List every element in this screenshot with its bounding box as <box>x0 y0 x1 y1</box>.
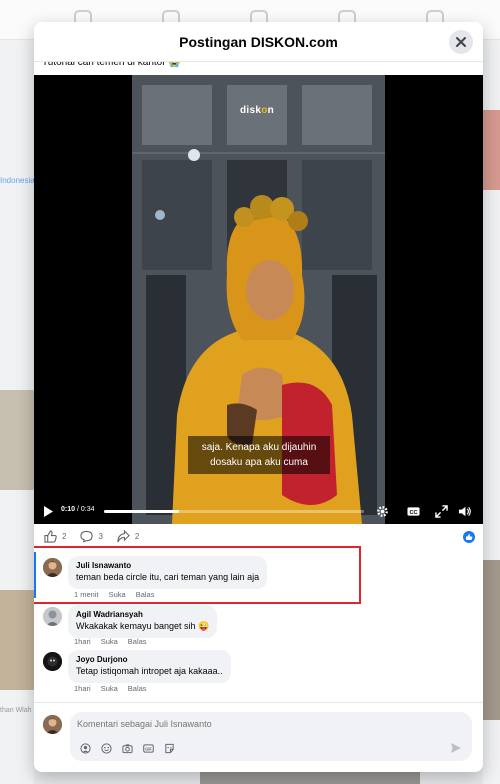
video-time: 0:10 / 0:34 <box>61 506 94 513</box>
like-comment-button[interactable]: Suka <box>109 590 126 599</box>
comment-text: teman beda circle itu, cari teman yang l… <box>76 572 260 582</box>
avatar[interactable] <box>43 558 62 577</box>
comment-icon <box>80 530 94 542</box>
gif-icon: GIF <box>142 743 154 753</box>
modal-title: Postingan DISKON.com <box>179 33 338 50</box>
current-time: 0:10 <box>61 506 76 513</box>
composer-tools: GIF <box>79 742 184 754</box>
comment-author[interactable]: Joyo Durjono <box>76 654 223 665</box>
comment-author[interactable]: Agil Wadriansyah <box>76 609 209 620</box>
comment-actions: 1 menit Suka Balas <box>74 590 164 599</box>
sticker-icon <box>164 743 174 753</box>
reply-button[interactable]: Balas <box>136 590 155 599</box>
comment-bubble: Agil Wadriansyah Wkakakak kemayu banget … <box>68 605 218 638</box>
camera-button[interactable] <box>121 742 133 754</box>
new-comment-indicator <box>34 552 36 598</box>
play-icon[interactable] <box>43 506 53 517</box>
avatar-image <box>43 652 62 671</box>
logo-text: disk <box>240 105 262 116</box>
comment-author[interactable]: Juli Isnawanto <box>76 560 259 571</box>
avatar-image <box>43 715 62 734</box>
thumbs-up-icon <box>466 534 473 540</box>
like-comment-button[interactable]: Suka <box>101 637 118 646</box>
avatar[interactable] <box>43 715 62 734</box>
avatar-image <box>43 558 62 577</box>
reply-button[interactable]: Balas <box>128 637 147 646</box>
video-logo: diskon <box>240 105 274 116</box>
comment-time: 1hari <box>74 637 91 646</box>
camera-icon <box>121 743 133 753</box>
comment-bubble: Juli Isnawanto teman beda circle itu, ca… <box>68 556 268 589</box>
video-controls: 0:10 / 0:34 CC <box>34 501 483 523</box>
modal-header: Postingan DISKON.com <box>34 22 483 62</box>
gif-button[interactable]: GIF <box>142 742 154 754</box>
send-icon[interactable] <box>450 742 462 754</box>
share-count-text: 2 <box>134 531 140 541</box>
avatar-image <box>43 607 62 626</box>
video-duration: / 0:34 <box>76 506 95 513</box>
settings-icon[interactable] <box>376 505 389 518</box>
reply-button[interactable]: Balas <box>128 684 147 693</box>
reaction-bar: 2 3 2 <box>34 524 483 548</box>
video-progress-bar[interactable] <box>104 510 364 513</box>
comment-count-text: 3 <box>98 531 103 541</box>
avatar-sticker-icon <box>79 742 91 754</box>
share-count[interactable]: 2 <box>117 529 140 543</box>
comment-composer: GIF <box>34 702 483 772</box>
logo-text: n <box>267 105 275 116</box>
close-icon <box>456 37 466 47</box>
comment-time: 1hari <box>74 684 91 693</box>
post-modal: Postingan DISKON.com Tutorial cari temen… <box>34 22 483 772</box>
close-button[interactable] <box>449 30 473 54</box>
comment-actions: 1hari Suka Balas <box>74 684 157 693</box>
like-count-text: 2 <box>62 531 67 541</box>
like-reaction-badge[interactable] <box>463 531 475 543</box>
fullscreen-icon[interactable] <box>435 505 448 518</box>
comment-input-box[interactable]: GIF <box>70 712 472 761</box>
like-comment-button[interactable]: Suka <box>101 684 118 693</box>
volume-icon[interactable] <box>458 505 471 518</box>
svg-text:GIF: GIF <box>145 746 152 751</box>
captions-icon[interactable]: CC <box>407 505 420 518</box>
emoji-icon <box>100 742 112 754</box>
avatar-sticker-button[interactable] <box>79 742 91 754</box>
like-count[interactable]: 2 <box>44 529 67 543</box>
svg-text:CC: CC <box>409 510 417 516</box>
comment-actions: 1hari Suka Balas <box>74 637 157 646</box>
avatar[interactable] <box>43 607 62 626</box>
comment-count[interactable]: 3 <box>80 530 103 543</box>
sticker-button[interactable] <box>163 742 175 754</box>
video-player[interactable]: diskon saja. Kenapa aku dijauhin dosaku … <box>34 75 483 524</box>
comment-text: Wkakakak kemayu banget sih 😜 <box>76 621 210 631</box>
progress-fill <box>104 510 180 513</box>
avatar[interactable] <box>43 652 62 671</box>
comment-bubble: Joyo Durjono Tetap istiqomah intropet aj… <box>68 650 231 683</box>
comment-time: 1 menit <box>74 590 99 599</box>
video-caption: saja. Kenapa aku dijauhin dosaku apa aku… <box>188 436 330 474</box>
emoji-button[interactable] <box>100 742 112 754</box>
share-icon <box>117 529 130 542</box>
comment-text: Tetap istiqomah intropet aja kakaaa.. <box>76 666 223 676</box>
comment-input[interactable] <box>77 719 457 729</box>
thumbs-up-icon <box>44 529 57 543</box>
